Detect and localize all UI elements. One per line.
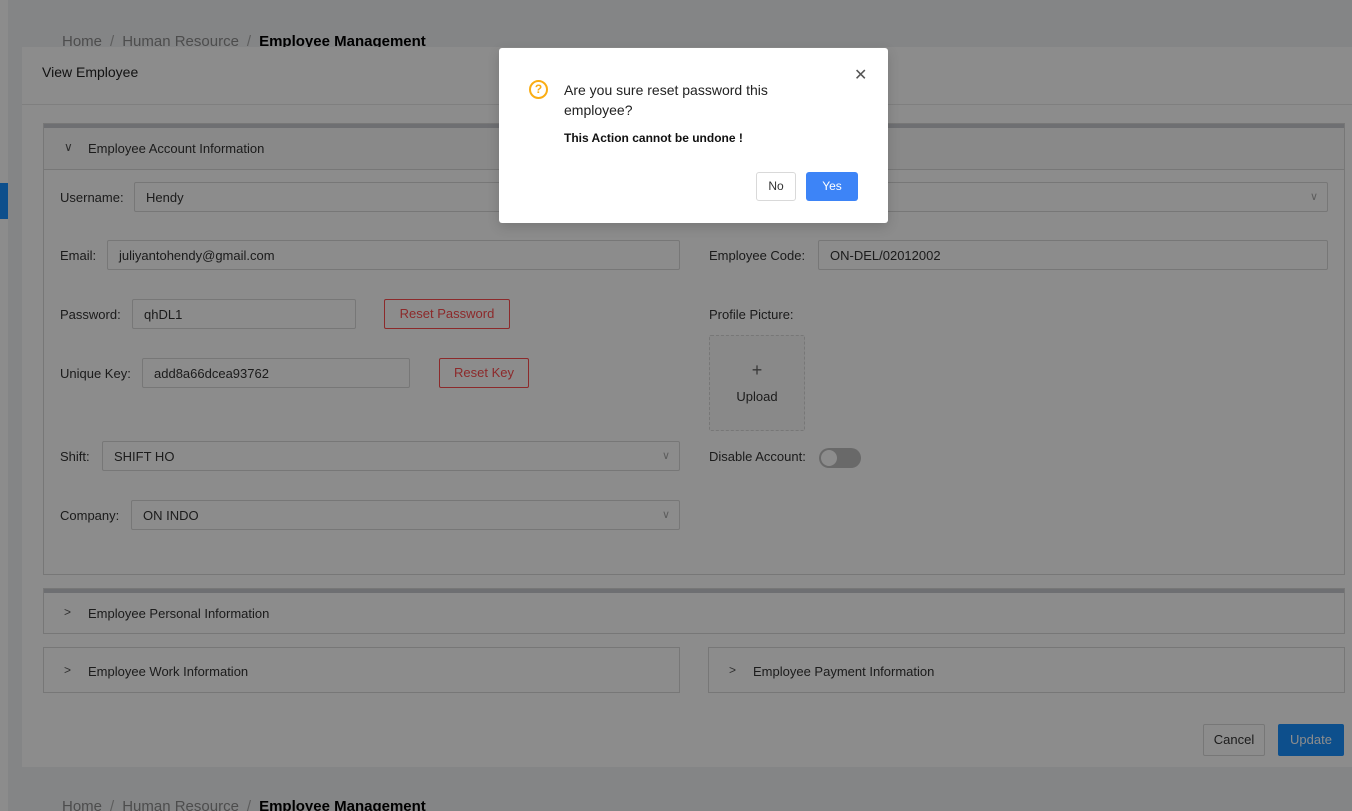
confirm-description: This Action cannot be undone !	[564, 131, 743, 145]
close-icon[interactable]: ✕	[854, 65, 867, 85]
yes-button[interactable]: Yes	[806, 172, 858, 201]
confirm-title: Are you sure reset password this employe…	[564, 82, 768, 118]
reset-password-confirm-dialog: ? Are you sure reset password this emplo…	[499, 48, 888, 223]
question-icon: ?	[529, 80, 548, 99]
no-button[interactable]: No	[756, 172, 796, 201]
